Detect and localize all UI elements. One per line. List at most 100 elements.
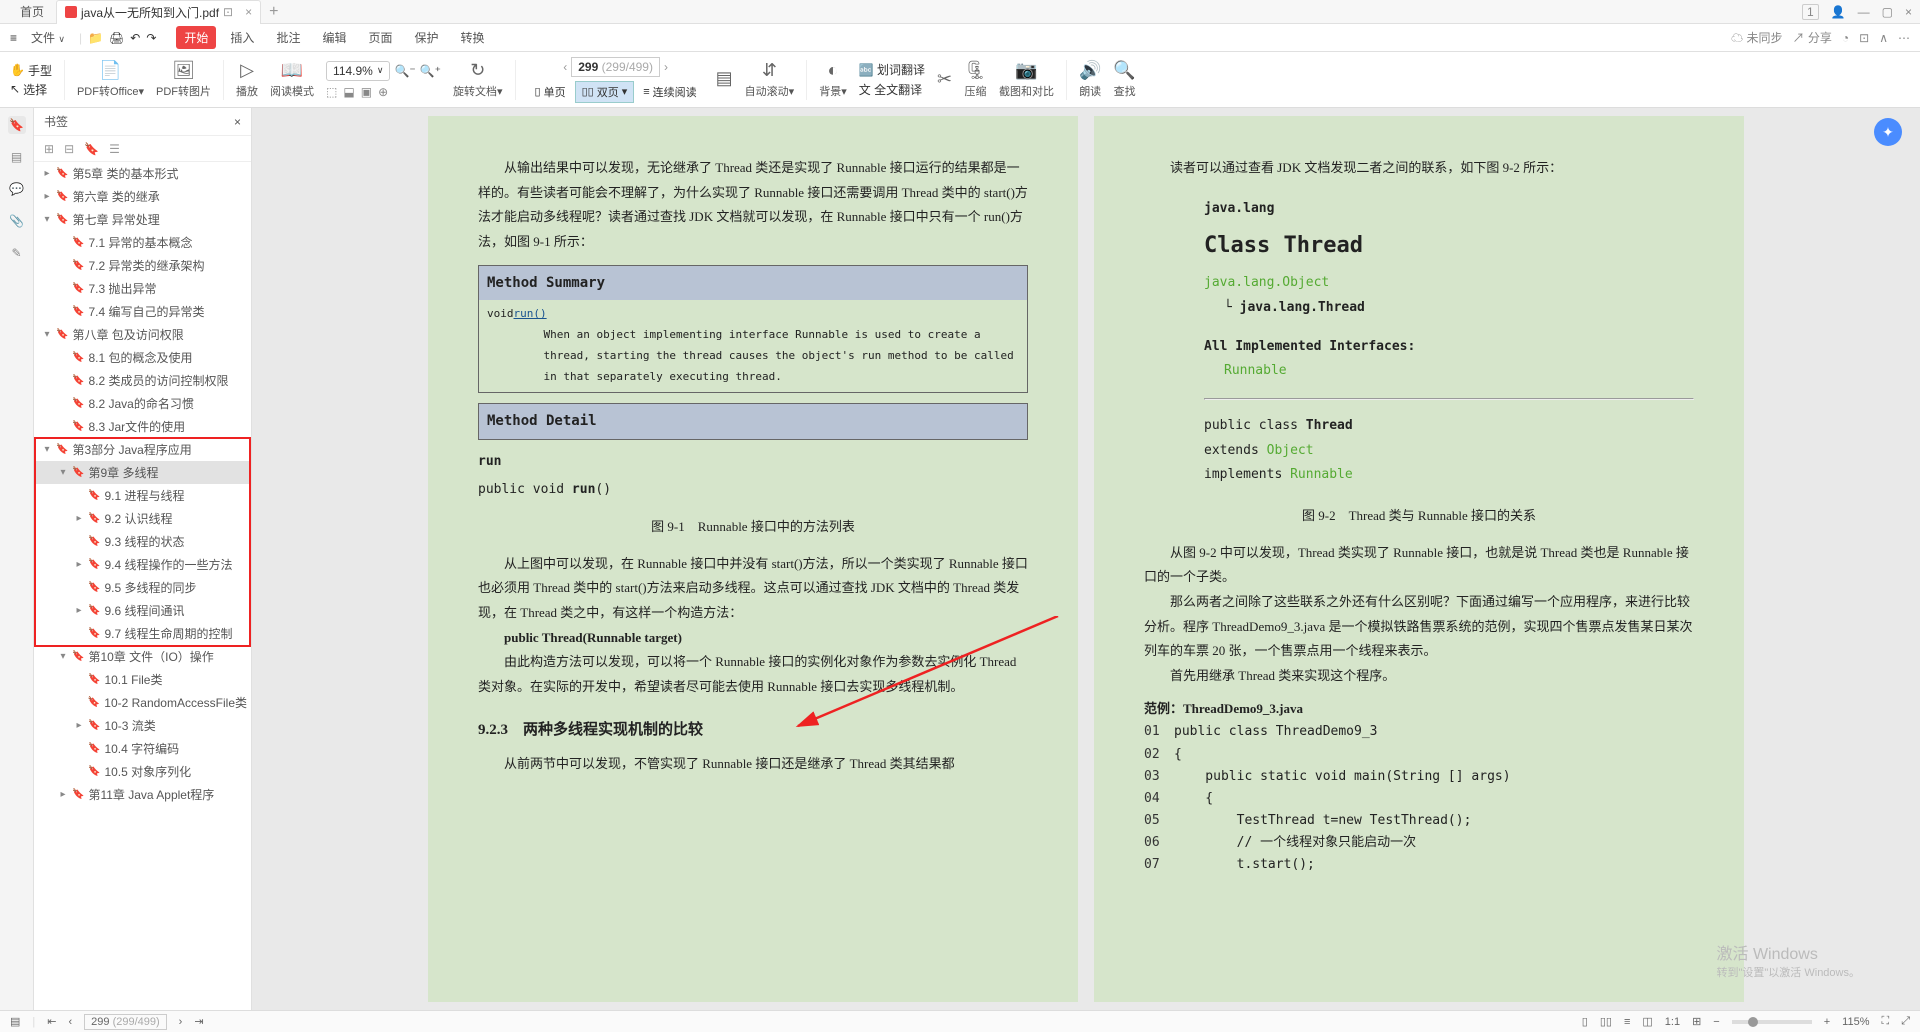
tool-play[interactable]: ▷播放	[236, 60, 258, 99]
maximize-icon[interactable]: ▢	[1882, 5, 1893, 19]
fit-width-icon[interactable]: ⬚	[326, 85, 337, 99]
more-icon[interactable]: ⋯	[1898, 31, 1910, 45]
bookmark-item[interactable]: 🔖8.2 类成员的访问控制权限	[34, 369, 251, 392]
bookmark-item[interactable]: ▾🔖第八章 包及访问权限	[34, 323, 251, 346]
collapse-ribbon-icon[interactable]: ∧	[1879, 31, 1888, 45]
bookmark-item[interactable]: ▸🔖第六章 类的继承	[34, 185, 251, 208]
sb-grid-icon[interactable]: ⊞	[1692, 1015, 1701, 1028]
bookmark-item[interactable]: ▸🔖10-3 流类	[34, 714, 251, 737]
sb-zoom-in-icon[interactable]: +	[1824, 1016, 1830, 1028]
attachment-panel-icon[interactable]: 📎	[8, 212, 26, 230]
collapse-all-icon[interactable]: ⊟	[64, 142, 74, 156]
bookmark-item[interactable]: ▸🔖9.2 认识线程	[34, 507, 251, 530]
sb-view1-icon[interactable]: ▯	[1582, 1015, 1588, 1028]
menu-insert[interactable]: 插入	[222, 26, 262, 49]
sb-zoom-value[interactable]: 115%	[1842, 1016, 1869, 1028]
view-single[interactable]: ▯单页	[528, 81, 573, 103]
fit-page-icon[interactable]: ⊕	[378, 85, 388, 99]
bookmark-item[interactable]: 🔖9.5 多线程的同步	[34, 576, 251, 599]
bookmark-item[interactable]: 🔖9.7 线程生命周期的控制	[34, 622, 251, 645]
sb-first-icon[interactable]: ⇤	[47, 1015, 56, 1028]
avatar[interactable]: 👤	[1831, 5, 1846, 19]
sb-fullscreen-icon[interactable]: ⛶	[1881, 1015, 1889, 1028]
sb-view4-icon[interactable]: ◫	[1642, 1015, 1652, 1028]
document-viewport[interactable]: ✦ 从输出结果中可以发现，无论继承了 Thread 类还是实现了 Runnabl…	[252, 108, 1920, 1010]
print-icon[interactable]: 🖨	[109, 31, 124, 45]
tab-file[interactable]: java从一无所知到入门.pdf ⊡ ×	[56, 0, 261, 24]
tool-word-translate[interactable]: 🔤 划词翻译	[859, 61, 925, 78]
bookmark-item[interactable]: ▸🔖9.6 线程间通讯	[34, 599, 251, 622]
menu-start[interactable]: 开始	[176, 26, 216, 49]
bookmark-item[interactable]: ▾🔖第9章 多线程	[34, 461, 251, 484]
add-bookmark-icon[interactable]: 🔖	[84, 142, 99, 156]
tool-readaloud[interactable]: 🔊朗读	[1079, 60, 1101, 99]
tool-compress[interactable]: 🗜压缩	[964, 60, 987, 99]
bookmark-options-icon[interactable]: ☰	[109, 142, 120, 156]
bookmark-item[interactable]: ▸🔖第11章 Java Applet程序	[34, 783, 251, 806]
menu-page[interactable]: 页面	[360, 26, 400, 49]
bookmark-panel-icon[interactable]: 🔖	[8, 116, 26, 134]
assistant-button[interactable]: ✦	[1874, 118, 1902, 146]
sb-more-icon[interactable]: ⤢	[1901, 1015, 1910, 1028]
run-link[interactable]: run()	[514, 307, 547, 320]
bookmark-item[interactable]: 🔖10-2 RandomAccessFile类	[34, 691, 251, 714]
page-next-icon[interactable]: ›	[664, 60, 668, 74]
menu-review[interactable]: 批注	[268, 26, 308, 49]
sb-view2-icon[interactable]: ▯▯	[1600, 1015, 1612, 1028]
zoom-input[interactable]: 114.9%∨	[326, 61, 390, 81]
feedback-icon[interactable]: ⊡	[1859, 31, 1869, 45]
implements-link[interactable]: Runnable	[1290, 467, 1353, 482]
share-button[interactable]: ↗ 分享	[1793, 29, 1832, 46]
bookmark-item[interactable]: 🔖7.4 编写自己的异常类	[34, 300, 251, 323]
skin-icon[interactable]: ◔	[1842, 31, 1849, 45]
sb-view3-icon[interactable]: ≡	[1624, 1016, 1630, 1028]
pages-badge[interactable]: 1	[1802, 4, 1819, 20]
tool-rotate[interactable]: ↻旋转文档▾	[453, 60, 503, 99]
tab-pin-icon[interactable]: ⊡	[223, 5, 233, 19]
bookmark-tree[interactable]: ▸🔖第5章 类的基本形式▸🔖第六章 类的继承▾🔖第七章 异常处理🔖7.1 异常的…	[34, 162, 251, 1010]
bookmark-item[interactable]: ▾🔖第10章 文件（IO）操作	[34, 645, 251, 668]
thumbnail-panel-icon[interactable]: ▤	[8, 148, 26, 166]
fit-height-icon[interactable]: ⬓	[343, 85, 354, 99]
zoom-out-icon[interactable]: 🔍⁻	[394, 64, 415, 78]
sb-prev-icon[interactable]: ‹	[68, 1016, 72, 1028]
hamburger-icon[interactable]: ≡	[10, 31, 17, 45]
sb-zoom-out-icon[interactable]: −	[1713, 1016, 1719, 1028]
signature-panel-icon[interactable]: ✎	[8, 244, 26, 262]
tab-home[interactable]: 首页	[8, 0, 56, 24]
bookmark-item[interactable]: 🔖8.1 包的概念及使用	[34, 346, 251, 369]
bookmark-item[interactable]: ▸🔖第5章 类的基本形式	[34, 162, 251, 185]
bookmark-item[interactable]: 🔖9.1 进程与线程	[34, 484, 251, 507]
tool-full-translate[interactable]: 文 全文翻译	[859, 81, 925, 98]
sync-status[interactable]: ☁ 未同步	[1731, 29, 1782, 46]
bookmark-item[interactable]: 🔖9.3 线程的状态	[34, 530, 251, 553]
tool-select[interactable]: ↖选择	[10, 81, 52, 98]
bookmark-item[interactable]: 🔖8.2 Java的命名习惯	[34, 392, 251, 415]
tool-find[interactable]: 🔍查找	[1113, 60, 1135, 99]
tool-crop[interactable]: 📷截图和对比	[999, 60, 1054, 99]
close-window-icon[interactable]: ×	[1905, 5, 1912, 19]
view-double[interactable]: ▯▯双页▾	[575, 81, 635, 103]
bookmark-item[interactable]: 🔖7.2 异常类的继承架构	[34, 254, 251, 277]
bookmark-item[interactable]: 🔖10.4 字符编码	[34, 737, 251, 760]
bookmark-item[interactable]: 🔖10.5 对象序列化	[34, 760, 251, 783]
bookmark-item[interactable]: 🔖8.3 Jar文件的使用	[34, 415, 251, 438]
bookmark-item[interactable]: 🔖7.1 异常的基本概念	[34, 231, 251, 254]
tool-background[interactable]: ◐背景▾	[819, 60, 847, 99]
sb-panel-icon[interactable]: ▤	[10, 1015, 20, 1028]
menu-convert[interactable]: 转换	[453, 26, 493, 49]
bookmark-item[interactable]: 🔖7.3 抛出异常	[34, 277, 251, 300]
menu-file[interactable]: 文件 ∨	[23, 26, 73, 49]
tool-nav[interactable]: ▤	[716, 68, 733, 91]
open-icon[interactable]: 📁	[88, 31, 103, 45]
bookmark-item[interactable]: 🔖10.1 File类	[34, 668, 251, 691]
close-icon[interactable]: ×	[245, 5, 252, 19]
object-link[interactable]: java.lang.Object	[1204, 275, 1329, 290]
tool-pdf-to-office[interactable]: 📄PDF转Office▾	[77, 60, 144, 99]
tool-pdf-to-image[interactable]: 🖼PDF转图片	[156, 60, 211, 99]
view-continuous[interactable]: ≡连续阅读	[636, 81, 703, 103]
bookmark-item[interactable]: ▾🔖第七章 异常处理	[34, 208, 251, 231]
undo-icon[interactable]: ↶	[130, 31, 140, 45]
sidebar-close-icon[interactable]: ×	[234, 115, 241, 129]
sb-page-input[interactable]: 299 (299/499)	[84, 1014, 167, 1030]
